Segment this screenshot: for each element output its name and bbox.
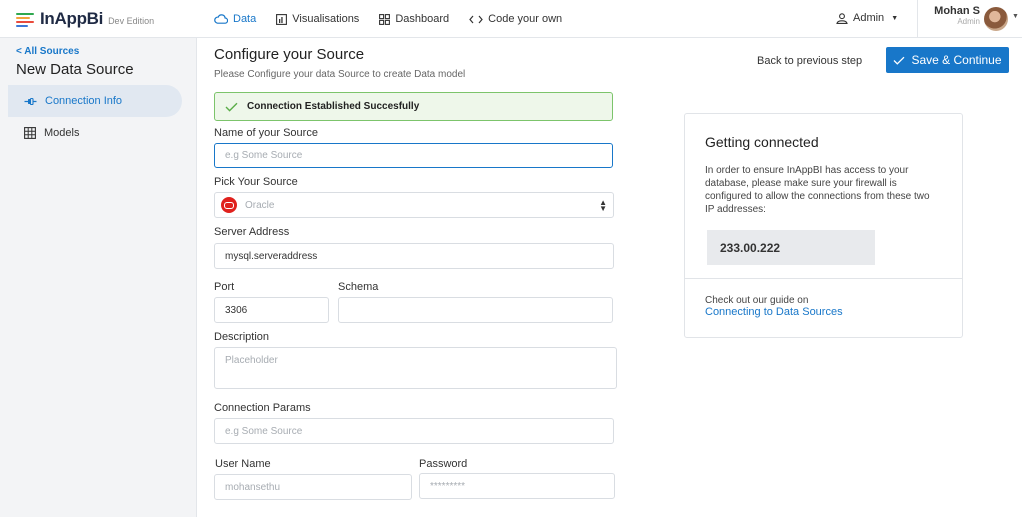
tab-data[interactable]: Data xyxy=(214,13,256,25)
tab-code-your-own[interactable]: Code your own xyxy=(469,13,562,25)
schema-input[interactable] xyxy=(338,297,613,323)
card-divider xyxy=(685,278,962,279)
nav-divider xyxy=(917,0,918,38)
password-label: Password xyxy=(419,458,468,470)
guide-text: Check out our guide on xyxy=(705,295,809,306)
description-label: Description xyxy=(214,331,270,343)
dashboard-grid-icon xyxy=(379,13,391,25)
card-title: Getting connected xyxy=(705,134,819,150)
sidebar-item-connection-info[interactable]: Connection Info xyxy=(8,85,182,117)
port-label: Port xyxy=(214,281,235,293)
brand-name: InAppBi xyxy=(40,9,104,28)
tab-visualisations-label: Visualisations xyxy=(292,13,360,25)
top-navbar: InAppBi Dev Edition Data Visualisations … xyxy=(0,0,1022,38)
pick-source-label: Pick Your Source xyxy=(214,176,298,188)
chevron-down-icon[interactable]: ▼ xyxy=(1012,13,1019,20)
page-subtitle: Please Configure your data Source to cre… xyxy=(214,69,466,80)
source-name-input[interactable]: e.g Some Source xyxy=(214,143,613,168)
tab-dashboard[interactable]: Dashboard xyxy=(379,13,449,25)
logo-stripes-icon xyxy=(16,12,34,27)
tab-data-label: Data xyxy=(233,13,257,25)
admin-menu[interactable]: Admin ▼ xyxy=(836,12,898,24)
all-sources-link[interactable]: < All Sources xyxy=(16,46,79,57)
checkmark-icon xyxy=(225,102,238,112)
sidebar: < All Sources New Data Source Connection… xyxy=(0,38,197,517)
page-title: Configure your Source xyxy=(214,46,365,63)
schema-label: Schema xyxy=(338,281,379,293)
ip-address-box: 233.00.222 xyxy=(707,230,875,265)
description-textarea[interactable]: Placeholder xyxy=(214,347,617,389)
sidebar-item-models[interactable]: Models xyxy=(8,117,182,149)
description-placeholder: Placeholder xyxy=(225,355,278,366)
success-alert: Connection Established Succesfully xyxy=(214,92,613,121)
source-select[interactable]: Oracle ▲ ▼ xyxy=(214,192,614,218)
card-description: In order to ensure InAppBI has access to… xyxy=(705,165,930,215)
bar-chart-icon xyxy=(276,13,288,25)
sidebar-item-label: Models xyxy=(44,127,80,139)
server-address-value: mysql.serveraddress xyxy=(225,250,318,262)
port-input[interactable]: 3306 xyxy=(214,297,329,323)
user-name-input[interactable]: mohansethu xyxy=(214,474,412,500)
user-name-label: User Name xyxy=(215,458,271,470)
user-role: Admin xyxy=(957,17,980,26)
tab-code-label: Code your own xyxy=(488,13,563,25)
user-info[interactable]: Mohan S Admin xyxy=(930,5,980,26)
oracle-logo-icon xyxy=(221,197,237,213)
brand-edition: Dev Edition xyxy=(108,16,155,26)
password-placeholder: ********* xyxy=(430,480,466,492)
connecting-guide-link[interactable]: Connecting to Data Sources xyxy=(705,306,843,318)
code-icon xyxy=(469,15,483,24)
source-name-label: Name of your Source xyxy=(214,127,318,139)
port-value: 3306 xyxy=(225,304,248,316)
tab-visualisations[interactable]: Visualisations xyxy=(276,13,359,25)
avatar[interactable] xyxy=(984,7,1008,31)
chevron-down-icon: ▼ xyxy=(891,14,899,22)
admin-label: Admin xyxy=(853,12,885,24)
user-name-placeholder: mohansethu xyxy=(225,481,281,493)
connection-params-placeholder: e.g Some Source xyxy=(225,425,303,437)
tab-dashboard-label: Dashboard xyxy=(395,13,450,25)
checkmark-icon xyxy=(893,56,905,65)
getting-connected-card: Getting connected In order to ensure InA… xyxy=(684,113,963,338)
source-name-placeholder: e.g Some Source xyxy=(225,150,303,161)
back-to-previous-step-link[interactable]: Back to previous step xyxy=(757,55,862,67)
source-select-value: Oracle xyxy=(245,199,275,211)
password-input[interactable]: ********* xyxy=(419,473,615,499)
user-icon xyxy=(836,12,848,24)
main-nav: Data Visualisations Dashboard Code your … xyxy=(214,0,582,38)
plug-icon xyxy=(24,97,37,106)
sidebar-title: New Data Source xyxy=(16,61,134,78)
alert-text: Connection Established Succesfully xyxy=(247,101,420,112)
sidebar-item-label: Connection Info xyxy=(45,95,123,107)
select-arrows-icon: ▲ ▼ xyxy=(599,198,607,213)
brand-logo[interactable]: InAppBi Dev Edition xyxy=(16,8,154,30)
save-continue-button[interactable]: Save & Continue xyxy=(886,47,1009,73)
connection-params-label: Connection Params xyxy=(214,402,311,414)
cloud-icon xyxy=(214,14,228,24)
connection-params-input[interactable]: e.g Some Source xyxy=(214,418,614,444)
server-address-input[interactable]: mysql.serveraddress xyxy=(214,243,614,269)
server-address-label: Server Address xyxy=(214,226,290,238)
save-button-label: Save & Continue xyxy=(911,53,1002,67)
table-grid-icon xyxy=(24,127,36,139)
user-name: Mohan S xyxy=(934,5,980,17)
